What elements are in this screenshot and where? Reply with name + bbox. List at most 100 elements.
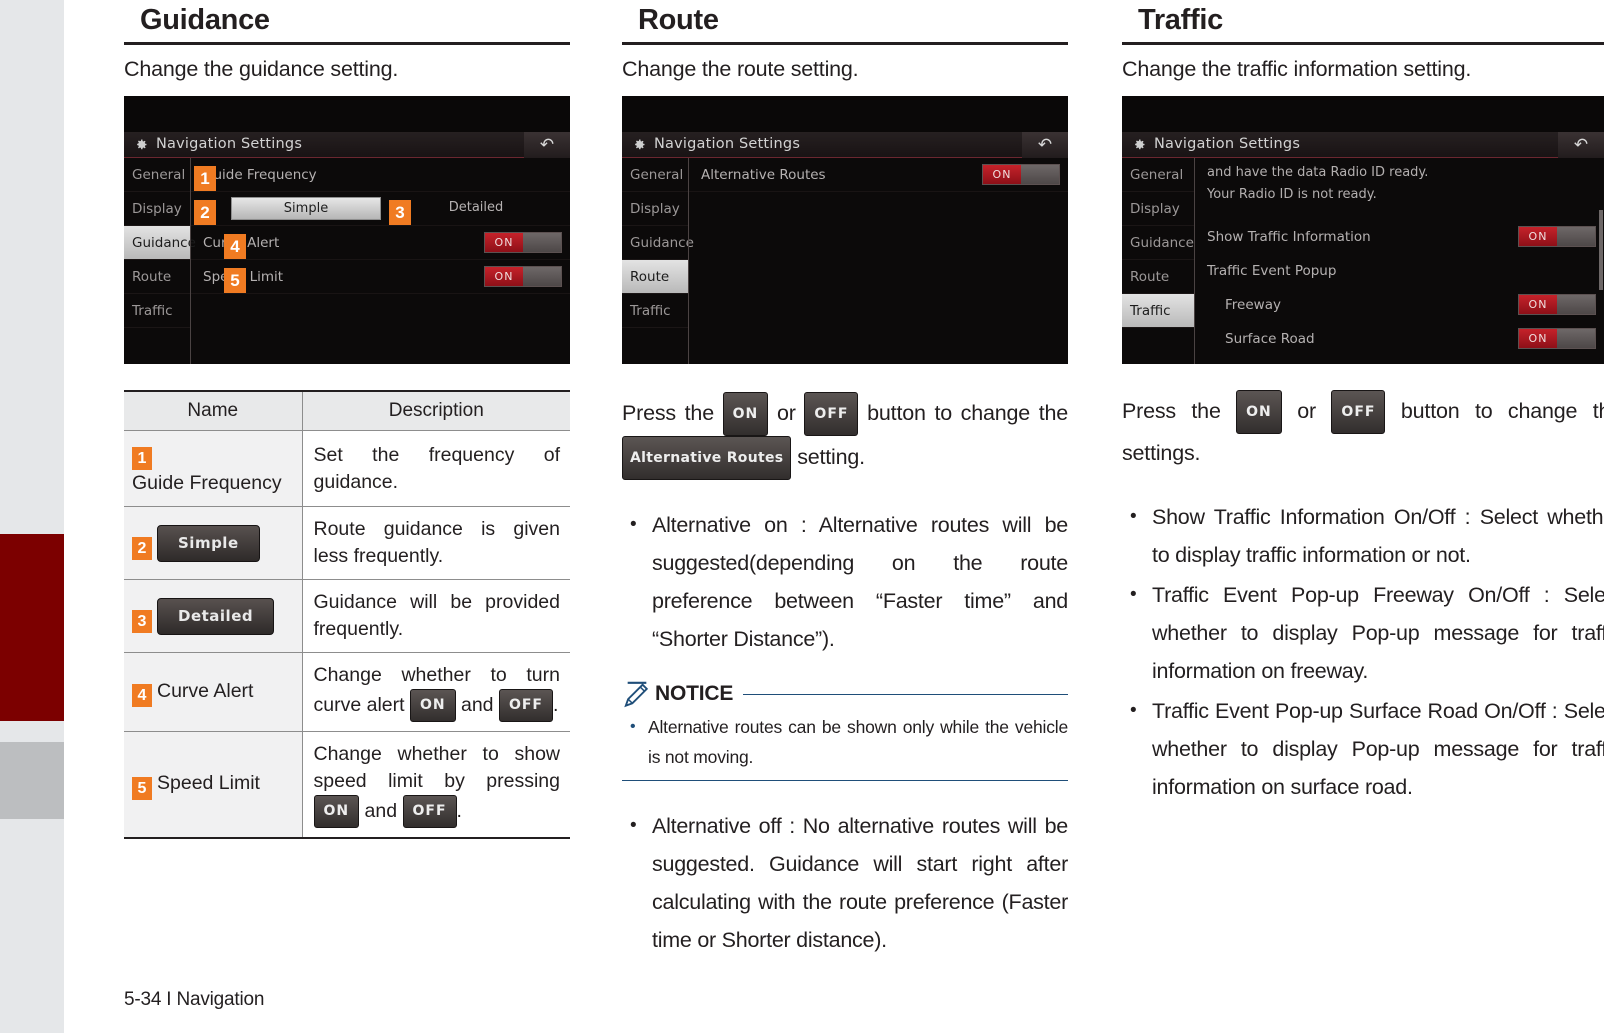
traffic-screenshot: Navigation Settings ↶ General Display Gu… — [1122, 96, 1604, 364]
gear-icon — [1135, 139, 1145, 150]
desc-5-after: . — [456, 800, 462, 823]
row-freeway: Freeway ON — [1195, 288, 1604, 322]
column-route: Route Change the route setting. Navigati… — [622, 0, 1068, 961]
sidebar-item-general[interactable]: General — [1122, 158, 1194, 192]
sidebar-item-display[interactable]: Display — [622, 192, 688, 226]
pill-simple-button[interactable]: Simple — [157, 524, 260, 562]
sidebar-item-route[interactable]: Route — [1122, 260, 1194, 294]
guidance-description-table: Name Description 1Guide Frequency Set th… — [124, 390, 570, 840]
freeway-on[interactable]: ON — [1519, 295, 1557, 314]
nav-settings-title-traffic: Navigation Settings — [1154, 136, 1301, 152]
speed-limit-toggle[interactable]: ON — [484, 266, 562, 287]
guidance-title-wrap: Guidance — [124, 0, 570, 45]
bullet-alternative-on: Alternative on : Alternative routes will… — [622, 506, 1068, 658]
radio-id-message-line-2: Your Radio ID is not ready. — [1207, 187, 1377, 202]
guidance-lead: Change the guidance setting. — [124, 57, 399, 81]
sidebar-item-traffic[interactable]: Traffic — [622, 294, 688, 328]
curve-alert-on[interactable]: ON — [485, 233, 523, 252]
freeway-off[interactable] — [1557, 295, 1595, 314]
surface-road-on[interactable]: ON — [1519, 329, 1557, 348]
back-icon[interactable]: ↶ — [1022, 132, 1068, 158]
sidebar-item-guidance[interactable]: Guidance — [124, 226, 196, 260]
row-surface-road-label: Surface Road — [1225, 331, 1315, 347]
off-key-5[interactable]: OFF — [402, 795, 457, 829]
row-empty-route-2 — [689, 226, 1068, 260]
traffic-press-line: Press the ON or OFF button to change the… — [1122, 390, 1604, 472]
column-guidance: Guidance Change the guidance setting. Na… — [124, 0, 570, 840]
row-empty-route-1 — [689, 192, 1068, 226]
table-row: 3 Detailed Guidance will be provided freq… — [124, 579, 570, 654]
surface-road-toggle[interactable]: ON — [1518, 328, 1596, 349]
desc-5-mid: and — [359, 800, 403, 823]
edge-tab-4 — [0, 819, 64, 1033]
page-footer: 5-34 I Navigation — [124, 989, 265, 1010]
sidebar-item-traffic[interactable]: Traffic — [1122, 294, 1194, 328]
sidebar-item-general[interactable]: General — [622, 158, 688, 192]
sidebar-item-display[interactable]: Display — [1122, 192, 1194, 226]
desc-4-mid: and — [455, 694, 499, 717]
nav-settings-header: Navigation Settings ↶ — [124, 132, 570, 158]
desc-4-after: . — [552, 694, 559, 717]
nav-sidebar-route: General Display Guidance Route Traffic — [622, 158, 694, 364]
manual-page: Guidance Change the guidance setting. Na… — [0, 0, 1604, 1033]
name-guide-frequency: Guide Frequency — [132, 472, 282, 495]
segment-detailed-button[interactable]: Detailed — [401, 197, 551, 220]
pill-detailed-button[interactable]: Detailed — [157, 597, 275, 635]
row-curve-alert: Curve Alert ON — [191, 226, 570, 260]
show-traffic-information-toggle[interactable]: ON — [1518, 226, 1596, 247]
callout-1: 1 — [194, 166, 216, 191]
row-traffic-event-popup: Traffic Event Popup — [1195, 254, 1604, 288]
row-surface-road: Surface Road ON — [1195, 322, 1604, 356]
nav-rows-traffic: and have the data Radio ID ready. Your R… — [1195, 158, 1604, 364]
sidebar-item-traffic[interactable]: Traffic — [124, 294, 190, 328]
cell-desc-3: Guidance will be provided frequently. — [302, 579, 570, 654]
pencil-icon — [624, 681, 649, 708]
back-icon[interactable]: ↶ — [524, 132, 570, 158]
show-traffic-information-on[interactable]: ON — [1519, 227, 1557, 246]
press-after: button to change the — [858, 401, 1069, 425]
sidebar-item-general[interactable]: General — [124, 158, 190, 192]
sidebar-item-route[interactable]: Route — [124, 260, 190, 294]
callout-5: 5 — [224, 268, 246, 293]
table-row: 2 Simple Route guidance is given less fre… — [124, 506, 570, 581]
curve-alert-off[interactable] — [523, 233, 561, 252]
on-key-4[interactable]: ON — [409, 689, 456, 723]
table-row: 5 Speed Limit Change whether to show spee… — [124, 731, 570, 839]
speed-limit-off[interactable] — [523, 267, 561, 286]
surface-road-off[interactable] — [1557, 329, 1595, 348]
on-key[interactable]: ON — [1236, 390, 1282, 434]
off-key[interactable]: OFF — [804, 392, 859, 436]
off-key[interactable]: OFF — [1331, 390, 1386, 434]
callout-3: 3 — [389, 200, 411, 225]
sidebar-item-guidance[interactable]: Guidance — [1122, 226, 1194, 260]
row-show-traffic-information-label: Show Traffic Information — [1207, 229, 1371, 245]
on-key[interactable]: ON — [722, 392, 769, 436]
alternative-routes-toggle[interactable]: ON — [982, 164, 1060, 185]
route-notice: NOTICE Alternative routes can be shown o… — [622, 680, 1068, 781]
back-icon[interactable]: ↶ — [1558, 132, 1604, 158]
cell-name-2: 2 Simple — [124, 506, 303, 581]
alternative-routes-on[interactable]: ON — [983, 165, 1021, 184]
sidebar-item-display[interactable]: Display — [124, 192, 190, 226]
segment-simple-button[interactable]: Simple — [231, 197, 381, 220]
sidebar-item-route[interactable]: Route — [622, 260, 688, 294]
row-traffic-event-popup-label: Traffic Event Popup — [1207, 263, 1337, 279]
cell-name-5: 5 Speed Limit — [124, 731, 303, 839]
on-key-5[interactable]: ON — [313, 795, 360, 829]
sidebar-item-guidance[interactable]: Guidance — [622, 226, 694, 260]
show-traffic-information-off[interactable] — [1557, 227, 1595, 246]
speed-limit-on[interactable]: ON — [485, 267, 523, 286]
alternative-routes-key[interactable]: Alternative Routes — [622, 436, 792, 480]
gear-icon — [137, 139, 147, 150]
row-guide-frequency: Guide Frequency — [191, 158, 570, 192]
traffic-bullets: Show Traffic Information On/Off : Select… — [1122, 498, 1604, 806]
curve-alert-toggle[interactable]: ON — [484, 232, 562, 253]
nav-sidebar-traffic: General Display Guidance Route Traffic — [1122, 158, 1194, 364]
cell-name-3: 3 Detailed — [124, 579, 303, 654]
vertical-scrollbar[interactable] — [1599, 210, 1603, 290]
screenshot-top-fill — [124, 96, 570, 132]
nav-rows-route: Alternative Routes ON — [689, 158, 1068, 364]
off-key-4[interactable]: OFF — [498, 689, 553, 723]
alternative-routes-off[interactable] — [1021, 165, 1059, 184]
freeway-toggle[interactable]: ON — [1518, 294, 1596, 315]
